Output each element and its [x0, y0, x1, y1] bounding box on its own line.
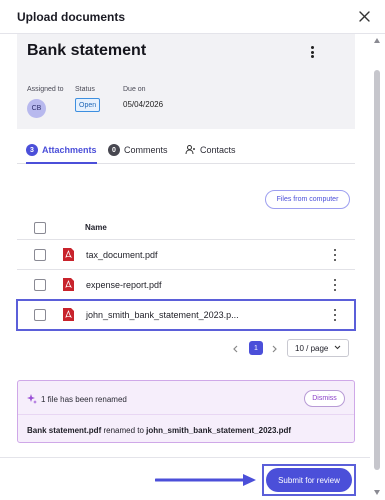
row-menu-icon[interactable]	[333, 309, 337, 321]
dismiss-button[interactable]: Dismiss	[304, 390, 345, 407]
tab-attachments[interactable]: 3 Attachments	[26, 144, 97, 164]
dialog-title: Upload documents	[17, 10, 126, 24]
file-name[interactable]: john_smith_bank_statement_2023.p...	[86, 310, 239, 320]
pdf-icon	[63, 278, 74, 291]
select-all-checkbox[interactable]	[34, 222, 46, 234]
tab-bar: 3 Attachments 0 Comments Contacts	[17, 140, 355, 164]
scrollbar-thumb[interactable]	[374, 70, 380, 470]
scrollbar[interactable]	[373, 36, 381, 496]
comments-count-badge: 0	[108, 144, 120, 156]
table-row-highlighted: john_smith_bank_statement_2023.p...	[16, 299, 356, 331]
sparkle-icon	[27, 394, 37, 404]
tab-attachments-label: Attachments	[42, 145, 97, 155]
attachments-table: Name tax_document.pdf expense-report.pdf…	[16, 215, 356, 331]
table-header: Name	[17, 215, 355, 240]
table-row: tax_document.pdf	[17, 240, 355, 270]
notice-divider	[18, 414, 354, 415]
pdf-icon	[63, 308, 74, 321]
attachments-count-badge: 3	[26, 144, 38, 156]
pdf-icon	[63, 248, 74, 261]
submit-for-review-button[interactable]: Submit for review	[266, 468, 352, 492]
document-title: Bank statement	[27, 42, 147, 59]
submit-highlight: Submit for review	[262, 464, 356, 496]
row-menu-icon[interactable]	[333, 249, 337, 261]
table-row: expense-report.pdf	[17, 270, 355, 300]
tab-contacts-label: Contacts	[200, 145, 236, 155]
file-name[interactable]: expense-report.pdf	[86, 280, 162, 290]
row-menu-icon[interactable]	[333, 279, 337, 291]
rename-detail: Bank statement.pdf renamed to john_smith…	[27, 426, 291, 435]
new-file-name: john_smith_bank_statement_2023.pdf	[146, 426, 292, 435]
tab-contacts[interactable]: Contacts	[185, 145, 236, 164]
row-checkbox[interactable]	[34, 279, 46, 291]
footer-divider	[0, 457, 370, 458]
assigned-label: Assigned to	[27, 86, 64, 93]
document-card: Bank statement Assigned to Status Due on…	[17, 34, 355, 129]
next-page-icon[interactable]	[269, 343, 279, 355]
pagination: 1 10 / page	[0, 339, 385, 359]
avatar: CB	[27, 99, 46, 118]
old-file-name: Bank statement.pdf	[27, 426, 102, 435]
contact-icon	[185, 144, 196, 157]
dialog-header: Upload documents	[0, 0, 385, 34]
tab-comments[interactable]: 0 Comments	[108, 144, 168, 164]
status-label: Status	[75, 86, 95, 93]
close-icon[interactable]	[355, 7, 373, 25]
renamed-to-text: renamed to	[101, 426, 147, 435]
row-checkbox[interactable]	[34, 249, 46, 261]
chevron-down-icon	[334, 345, 341, 350]
rename-notice: 1 file has been renamed Dismiss Bank sta…	[17, 380, 355, 443]
scroll-down-icon[interactable]	[373, 488, 381, 496]
scroll-up-icon[interactable]	[373, 36, 381, 44]
row-checkbox[interactable]	[34, 309, 46, 321]
tab-comments-label: Comments	[124, 145, 168, 155]
current-page-button[interactable]: 1	[249, 341, 263, 355]
previous-page-icon[interactable]	[230, 343, 240, 355]
due-date: 05/04/2026	[123, 100, 164, 109]
notice-message: 1 file has been renamed	[41, 395, 127, 404]
more-options-icon[interactable]	[305, 44, 319, 60]
arrow-annotation-icon	[155, 474, 256, 486]
files-from-computer-button[interactable]: Files from computer	[265, 190, 350, 209]
column-name: Name	[85, 223, 107, 232]
due-label: Due on	[123, 86, 146, 93]
per-page-value: 10 / page	[295, 343, 329, 353]
per-page-select[interactable]: 10 / page	[287, 339, 349, 357]
file-name[interactable]: tax_document.pdf	[86, 250, 158, 260]
status-badge: Open	[75, 98, 101, 112]
